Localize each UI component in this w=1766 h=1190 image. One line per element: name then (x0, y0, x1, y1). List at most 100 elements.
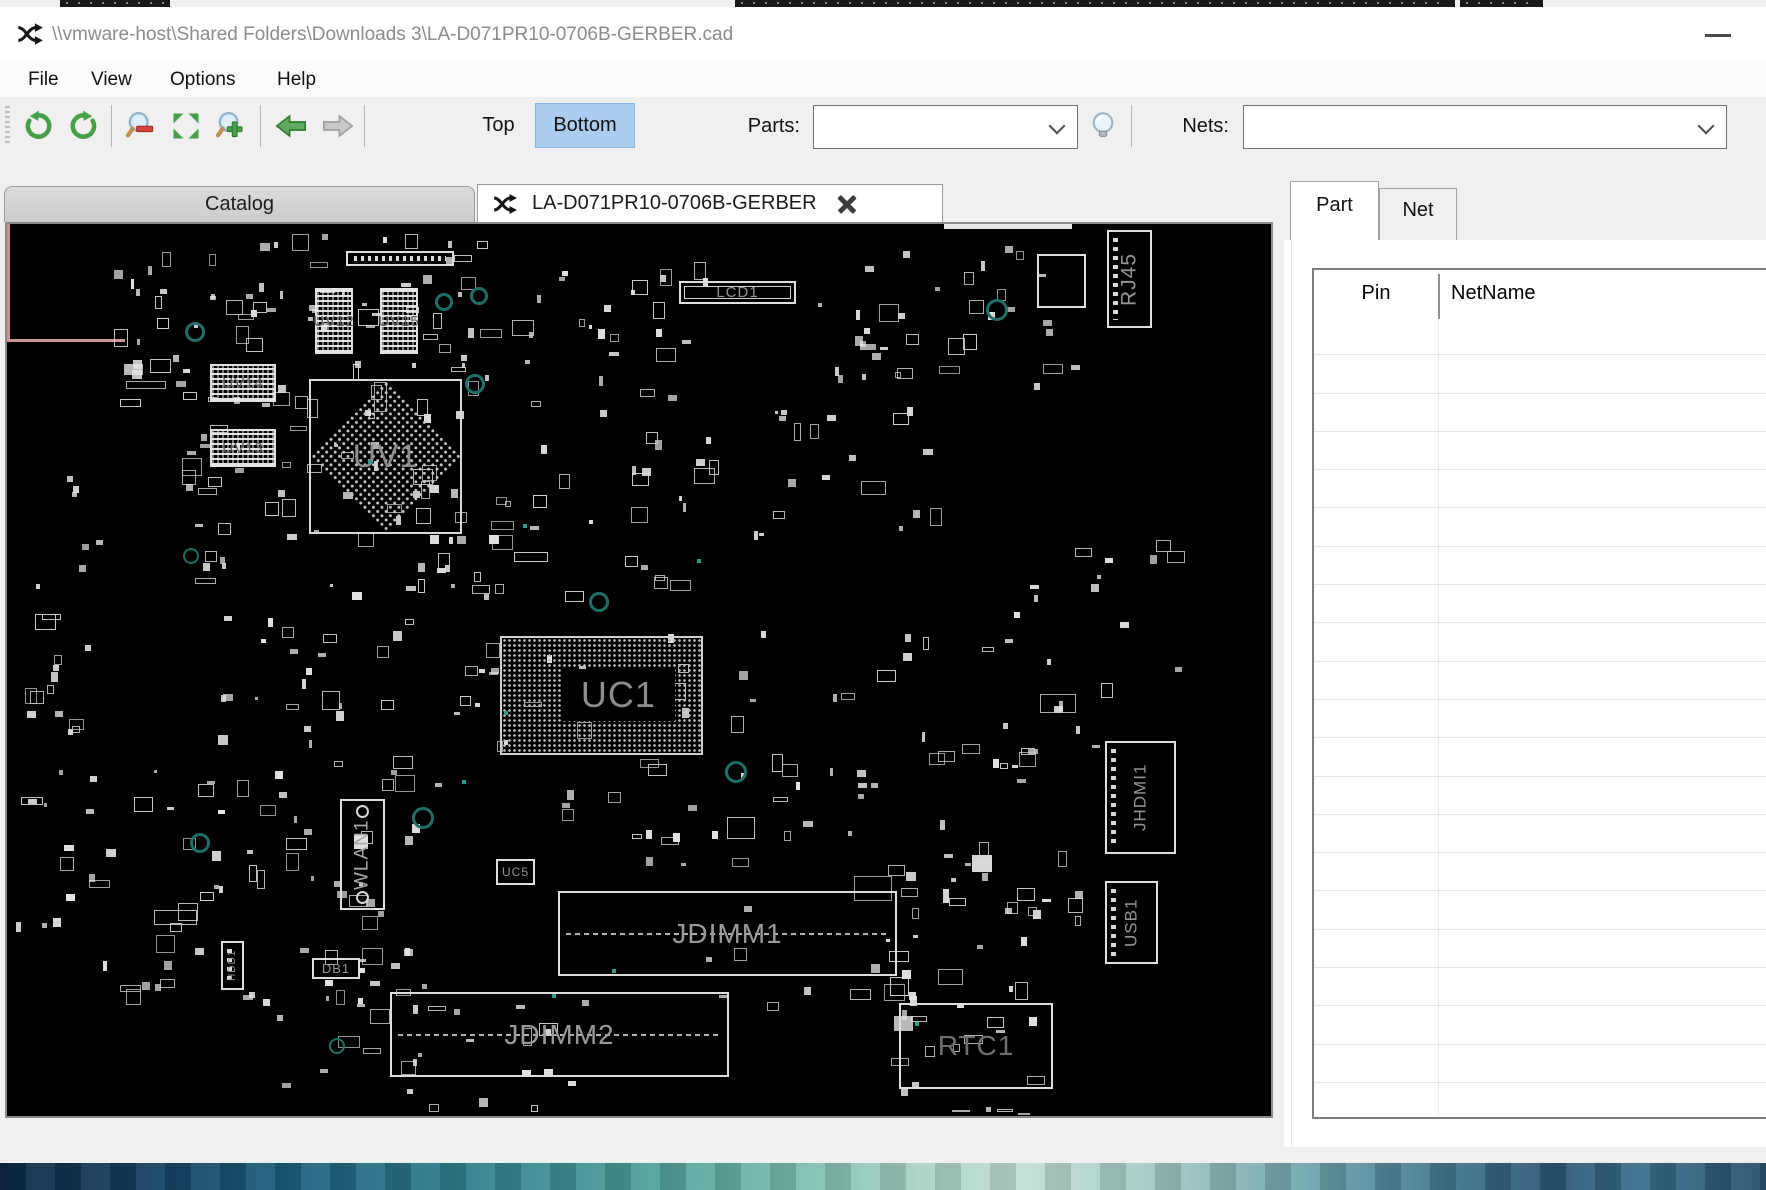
component-jhdmi1[interactable]: JHDMI1 (1105, 741, 1176, 854)
smd-part (531, 1104, 539, 1112)
smd-part (888, 865, 906, 877)
toolbar-drag-handle[interactable] (5, 106, 10, 146)
smd-part (421, 984, 428, 990)
menu-view[interactable]: View (91, 62, 132, 97)
smd-part (732, 858, 750, 867)
component-rj45[interactable]: RJ45 (1107, 230, 1152, 328)
smd-part (912, 509, 921, 519)
menu-file[interactable]: File (28, 62, 59, 97)
component-uv12[interactable]: UV12 (313, 288, 354, 354)
smd-part (323, 634, 337, 643)
smd-part (681, 340, 692, 344)
smd-part (803, 986, 812, 995)
smd-part (759, 533, 764, 537)
nets-combobox[interactable] (1243, 105, 1727, 149)
smd-part (480, 329, 503, 338)
component-db1[interactable]: DB1 (312, 958, 360, 979)
component-uv13[interactable]: UV13 (210, 429, 276, 467)
chevron-down-icon (1048, 117, 1066, 135)
mounting-hole (435, 293, 453, 311)
minimize-icon (1705, 33, 1731, 37)
tab-net[interactable]: Net (1379, 188, 1457, 240)
component-wlan1[interactable]: WLAN1 (340, 799, 385, 910)
smd-part (475, 703, 481, 708)
smd-part (1043, 320, 1052, 327)
smd-part (44, 802, 48, 807)
zoom-out-button[interactable] (119, 104, 161, 148)
smd-part (370, 1008, 391, 1025)
top-side-toggle[interactable]: Top (462, 103, 535, 148)
smd-part (939, 365, 960, 375)
smd-part (211, 294, 215, 300)
component-rtc1[interactable]: RTC1 (899, 1003, 1053, 1089)
navigate-back-button[interactable] (270, 104, 312, 148)
window-title: \\vmware-host\Shared Folders\Downloads 3… (52, 23, 734, 45)
test-point (368, 460, 372, 464)
smd-part (377, 646, 389, 658)
minimize-button[interactable] (1700, 19, 1736, 51)
component-jdimm1[interactable]: JDIMM1 (558, 891, 897, 976)
smd-part (325, 996, 329, 1001)
smd-part (1028, 907, 1038, 916)
smd-part (102, 961, 107, 971)
navigate-forward-button[interactable] (317, 104, 359, 148)
component-uc1[interactable]: UC1 (500, 636, 703, 755)
bottom-side-toggle[interactable]: Bottom (535, 103, 635, 148)
component-uv1[interactable]: UV1 (309, 379, 462, 534)
smd-part (136, 338, 141, 346)
tab-part[interactable]: Part (1290, 181, 1379, 240)
board-surface: UV12 UV15 UV14 UV13 UV1 LCD1 RJ45 UC1 JHDMI1 USB1… (7, 224, 1271, 1116)
component-uv14[interactable]: UV14 (210, 364, 276, 402)
tab-close-icon[interactable] (835, 192, 859, 216)
component-hdd1[interactable]: HDD1 (221, 941, 244, 990)
rotate-ccw-button[interactable] (17, 104, 59, 148)
tab-document[interactable]: LA-D071PR10-0706B-GERBER (477, 184, 943, 222)
parts-combobox[interactable] (813, 105, 1078, 149)
smd-part (1002, 723, 1008, 729)
smd-part (417, 578, 425, 594)
highlight-bulb-button[interactable] (1082, 104, 1124, 148)
smd-part (246, 293, 253, 299)
smd-part (195, 577, 217, 584)
smd-part (289, 649, 298, 654)
smd-part (401, 283, 411, 287)
component-uc5[interactable]: UC5 (496, 859, 535, 885)
smd-part (16, 922, 22, 933)
menu-help[interactable]: Help (277, 62, 316, 97)
fit-view-button[interactable] (165, 104, 207, 148)
smd-part (774, 410, 779, 415)
component-jdimm2[interactable]: JDIMM2 (390, 992, 729, 1077)
smd-part (679, 495, 683, 502)
table-row (1314, 470, 1766, 509)
smd-part (524, 360, 531, 365)
zoom-in-button[interactable] (209, 104, 251, 148)
smd-part (1041, 898, 1052, 903)
rotate-cw-button[interactable] (63, 104, 105, 148)
smd-part (922, 636, 930, 651)
pin-netname-table[interactable]: Pin NetName (1312, 268, 1766, 1119)
smd-part (254, 697, 259, 701)
smd-part (1074, 548, 1093, 558)
smd-part (1042, 363, 1063, 375)
smd-part (27, 711, 37, 718)
table-row (1314, 394, 1766, 432)
table-row (1314, 738, 1766, 777)
test-point (523, 524, 527, 528)
table-header-pin[interactable]: Pin (1314, 270, 1438, 317)
smd-part (238, 314, 255, 321)
smd-part (961, 744, 981, 755)
tab-catalog[interactable]: Catalog (4, 186, 475, 222)
component-lcd1[interactable]: LCD1 (679, 281, 796, 304)
menu-options[interactable]: Options (170, 62, 235, 97)
smd-part (357, 532, 375, 547)
smd-part (943, 853, 953, 858)
component-uv15[interactable]: UV15 (378, 288, 419, 354)
smd-part (162, 251, 171, 268)
board-view-canvas[interactable]: UV12 UV15 UV14 UV13 UV1 LCD1 RJ45 UC1 JHDMI1 USB1… (5, 222, 1273, 1118)
table-header-netname[interactable]: NetName (1438, 270, 1766, 317)
component-usb1[interactable]: USB1 (1105, 881, 1158, 964)
smd-part (434, 782, 443, 787)
smd-part (1096, 574, 1101, 579)
toolbar-separator (260, 105, 261, 147)
smd-part (1057, 850, 1068, 867)
